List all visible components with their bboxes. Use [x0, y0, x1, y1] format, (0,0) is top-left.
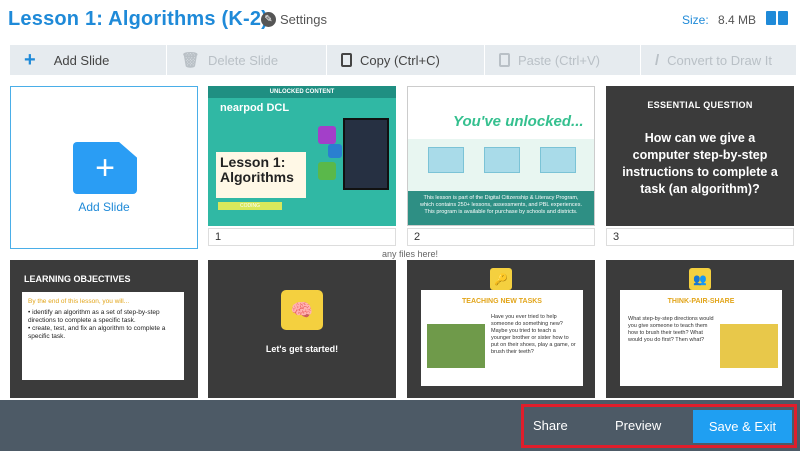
branch-icon — [328, 144, 342, 158]
paste-icon — [499, 53, 510, 67]
brand-logo: nearpod DCL — [220, 102, 290, 114]
slide-title-card: Lesson 1: Algorithms — [216, 152, 306, 198]
convert-button[interactable]: / Convert to Draw It — [641, 45, 796, 75]
unlocked-heading: You've unlocked... — [453, 113, 584, 130]
preview-button[interactable]: Preview — [615, 418, 661, 433]
unlocked-banner: UNLOCKED CONTENT — [208, 86, 396, 98]
settings-label: Settings — [280, 12, 327, 27]
teaching-body: Have you ever tried to help someone do s… — [491, 314, 576, 355]
add-document-icon: + — [73, 142, 137, 194]
slide-number-3: 3 — [606, 228, 794, 246]
preview-card — [540, 147, 576, 173]
delete-slide-label: Delete Slide — [208, 52, 279, 68]
objective-item: • identify an algorithm as a set of step… — [28, 309, 160, 324]
layout-toggle-icon[interactable] — [766, 11, 788, 25]
unlocked-description: This lesson is part of the Digital Citiz… — [408, 191, 594, 225]
convert-label: Convert to Draw It — [667, 52, 772, 68]
objective-item: • create, test, and fix an algorithm to … — [28, 325, 166, 340]
pencil-icon: / — [655, 51, 660, 69]
objectives-card: By the end of this lesson, you will... •… — [22, 292, 184, 380]
slide-title-text: Lesson 1: Algorithms — [220, 154, 294, 185]
essential-question-text: How can we give a computer step-by-step … — [622, 131, 778, 196]
slide-number-2: 2 — [407, 228, 595, 246]
brain-icon: 🧠 — [281, 290, 323, 330]
slide-thumbnail-5[interactable]: 🧠 Let's get started! — [208, 260, 396, 398]
preview-card — [428, 147, 464, 173]
trash-icon: 🗑 — [181, 52, 201, 69]
teaching-card: TEACHING NEW TASKS Have you ever tried t… — [421, 290, 583, 386]
copy-icon — [341, 53, 352, 67]
objectives-intro: By the end of this lesson, you will... — [28, 298, 130, 305]
children-photo — [427, 324, 485, 368]
page-title: Lesson 1: Algorithms (K-2) — [8, 8, 269, 30]
share-button[interactable]: Share — [533, 418, 568, 433]
key-icon: 🔑 — [490, 268, 512, 290]
slide-thumbnail-2[interactable]: You've unlocked... This lesson is part o… — [407, 86, 595, 226]
preview-card — [484, 147, 520, 173]
plus-icon: + — [24, 48, 36, 71]
get-started-text: Let's get started! — [265, 344, 339, 354]
child-brushing-photo — [720, 324, 778, 368]
essential-question-heading: ESSENTIAL QUESTION — [647, 100, 753, 110]
gear-icon: ✎ — [261, 12, 276, 27]
teaching-heading: TEACHING NEW TASKS — [462, 298, 542, 305]
slide-thumbnail-1[interactable]: UNLOCKED CONTENT nearpod DCL Lesson 1: A… — [208, 86, 396, 226]
think-pair-share-body: What step-by-step directions would you g… — [628, 316, 714, 343]
save-exit-button[interactable]: Save & Exit — [693, 410, 792, 443]
header: Lesson 1: Algorithms (K-2) ✎ Settings Si… — [0, 0, 800, 44]
people-icon: 👥 — [689, 268, 711, 290]
paste-label: Paste (Ctrl+V) — [518, 52, 600, 68]
paste-button[interactable]: Paste (Ctrl+V) — [485, 45, 641, 75]
settings-link[interactable]: ✎ Settings — [261, 12, 327, 27]
add-slide-label: Add Slide — [53, 52, 110, 68]
loop-icon — [318, 126, 336, 144]
delete-slide-button[interactable]: 🗑 Delete Slide — [167, 45, 327, 75]
size-label: Size: — [682, 13, 709, 27]
slide-thumbnail-7[interactable]: 👥 THINK-PAIR-SHARE What step-by-step dir… — [606, 260, 794, 398]
slide-thumbnail-3[interactable]: ESSENTIAL QUESTION How can we give a com… — [606, 86, 794, 226]
add-slide-button[interactable]: + Add Slide — [10, 45, 167, 75]
slide-thumbnail-4[interactable]: LEARNING OBJECTIVES By the end of this l… — [10, 260, 198, 398]
copy-button[interactable]: Copy (Ctrl+C) — [327, 45, 485, 75]
slide-number-1: 1 — [208, 228, 396, 246]
think-pair-share-heading: THINK-PAIR-SHARE — [667, 298, 735, 305]
objectives-heading: LEARNING OBJECTIVES — [24, 274, 131, 284]
size-indicator: Size: 8.4 MB — [682, 13, 756, 27]
size-value: 8.4 MB — [718, 13, 757, 27]
coding-tag: CODING — [218, 202, 282, 210]
copy-label: Copy (Ctrl+C) — [360, 52, 440, 68]
add-slide-tile[interactable]: + Add Slide — [10, 86, 198, 249]
toolbar: + Add Slide 🗑 Delete Slide Copy (Ctrl+C)… — [10, 45, 796, 75]
drop-hint: any files here! — [380, 249, 441, 259]
gear-badge-icon — [318, 162, 336, 180]
add-slide-tile-label: Add Slide — [78, 200, 130, 214]
think-pair-share-card: THINK-PAIR-SHARE What step-by-step direc… — [620, 290, 782, 386]
slide-thumbnail-6[interactable]: 🔑 TEACHING NEW TASKS Have you ever tried… — [407, 260, 595, 398]
computer-illustration — [343, 118, 389, 190]
